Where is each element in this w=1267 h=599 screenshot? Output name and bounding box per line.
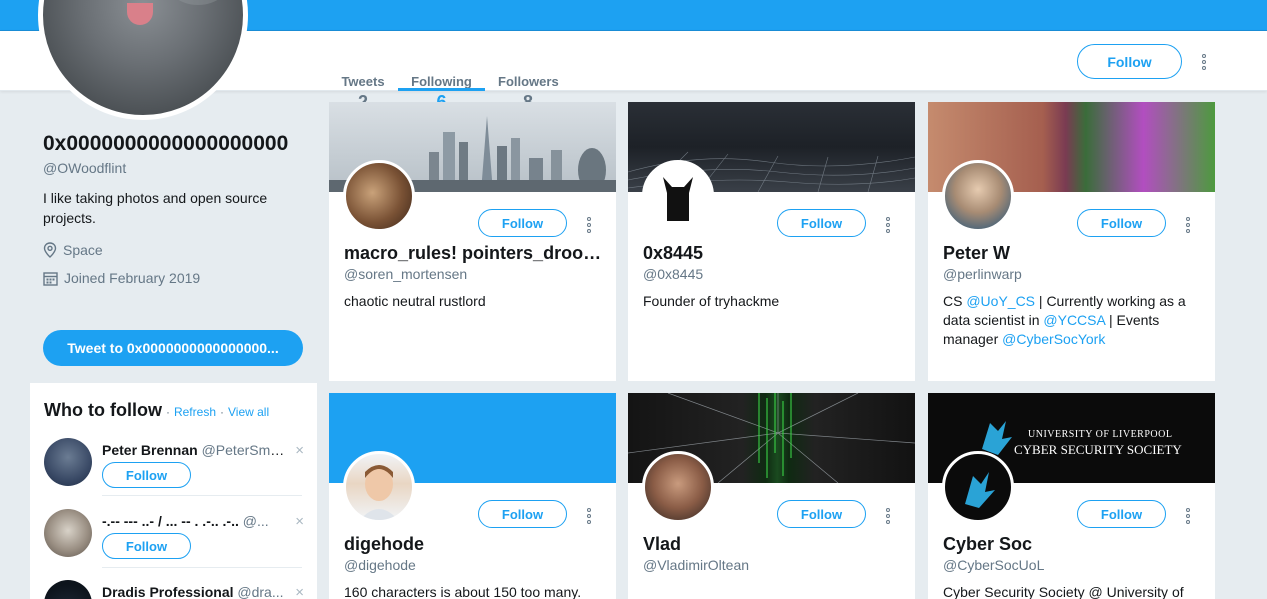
suggestion-item: Dradis Professional @dra... × bbox=[44, 580, 304, 599]
dismiss-icon[interactable]: × bbox=[295, 513, 304, 530]
card-avatar[interactable] bbox=[343, 451, 415, 523]
suggestion-name: -.-- --- ..- / ... -- . .-.. .-.. bbox=[102, 513, 239, 529]
joined-text: Joined February 2019 bbox=[64, 270, 201, 286]
who-to-follow-module: Who to follow · Refresh · View all Peter… bbox=[30, 383, 317, 599]
dismiss-icon[interactable]: × bbox=[295, 442, 304, 459]
profile-card: 0x0000000000000000000 @OWoodflint I like… bbox=[43, 130, 308, 286]
profile-display-name[interactable]: 0x0000000000000000000 bbox=[43, 130, 301, 158]
tweets-label: Tweets bbox=[341, 74, 385, 89]
card-name[interactable]: Vlad bbox=[643, 534, 903, 555]
active-tab-indicator bbox=[398, 88, 485, 91]
view-all-link[interactable]: View all bbox=[228, 405, 269, 419]
mention-link[interactable]: @YCCSA bbox=[1043, 312, 1105, 328]
who-to-follow-title: Who to follow bbox=[44, 400, 162, 420]
follow-profile-button[interactable]: Follow bbox=[1077, 44, 1182, 79]
suggestion-avatar[interactable] bbox=[44, 580, 92, 599]
banner-society-text: CYBER SECURITY SOCIETY bbox=[1014, 442, 1182, 457]
more-options-icon[interactable] bbox=[1199, 54, 1209, 70]
suggestion-name: Peter Brennan bbox=[102, 442, 198, 458]
suggestion-avatar[interactable] bbox=[44, 438, 92, 486]
calendar-icon bbox=[43, 271, 58, 286]
card-name[interactable]: digehode bbox=[344, 534, 604, 555]
card-name[interactable]: Peter W bbox=[943, 243, 1203, 264]
card-avatar[interactable] bbox=[642, 451, 714, 523]
card-follow-button[interactable]: Follow bbox=[777, 500, 866, 528]
card-handle[interactable]: @soren_mortensen bbox=[344, 266, 467, 282]
card-bio: Founder of tryhackme bbox=[643, 293, 780, 309]
card-avatar[interactable] bbox=[942, 451, 1014, 523]
following-label: Following bbox=[411, 74, 472, 89]
card-avatar[interactable] bbox=[343, 160, 415, 232]
following-card[interactable]: Follow Vlad @VladimirOltean bbox=[628, 393, 915, 599]
card-handle[interactable]: @0x8445 bbox=[643, 266, 703, 282]
location-text: Space bbox=[63, 242, 103, 258]
profile-joined: Joined February 2019 bbox=[43, 270, 308, 286]
card-name[interactable]: macro_rules! pointers_drool {... bbox=[344, 243, 604, 264]
following-card[interactable]: Follow macro_rules! pointers_drool {... … bbox=[329, 102, 616, 381]
card-handle[interactable]: @digehode bbox=[344, 557, 416, 573]
suggestion-avatar[interactable] bbox=[44, 509, 92, 557]
card-follow-button[interactable]: Follow bbox=[1077, 500, 1166, 528]
profile-handle[interactable]: @OWoodflint bbox=[43, 160, 308, 176]
more-options-icon[interactable] bbox=[1183, 508, 1193, 524]
more-options-icon[interactable] bbox=[883, 217, 893, 233]
card-bio: 160 characters is about 150 too many. bbox=[344, 584, 582, 599]
card-follow-button[interactable]: Follow bbox=[478, 209, 567, 237]
suggestion-handle: @dra... bbox=[237, 584, 284, 599]
suggestion-name: Dradis Professional bbox=[102, 584, 234, 599]
card-follow-button[interactable]: Follow bbox=[478, 500, 567, 528]
card-avatar[interactable] bbox=[642, 160, 714, 232]
card-bio: Cyber Security Society @ University of bbox=[943, 584, 1184, 599]
card-handle[interactable]: @VladimirOltean bbox=[643, 557, 749, 573]
dismiss-icon[interactable]: × bbox=[295, 584, 304, 599]
more-options-icon[interactable] bbox=[883, 508, 893, 524]
following-card[interactable]: Follow Peter W @perlinwarp CS @UoY_CS | … bbox=[928, 102, 1215, 381]
card-follow-button[interactable]: Follow bbox=[777, 209, 866, 237]
refresh-link[interactable]: Refresh bbox=[174, 405, 216, 419]
suggestion-item: Peter Brennan @PeterSma... × Follow bbox=[44, 438, 304, 494]
more-options-icon[interactable] bbox=[584, 508, 594, 524]
suggestion-follow-button[interactable]: Follow bbox=[102, 462, 191, 488]
following-card[interactable]: Follow 0x8445 @0x8445 Founder of tryhack… bbox=[628, 102, 915, 381]
card-handle[interactable]: @perlinwarp bbox=[943, 266, 1022, 282]
suggestion-follow-button[interactable]: Follow bbox=[102, 533, 191, 559]
suggestion-handle: @PeterSma... bbox=[201, 442, 287, 458]
followers-label: Followers bbox=[498, 74, 559, 89]
mention-link[interactable]: @UoY_CS bbox=[966, 293, 1035, 309]
mention-link[interactable]: @CyberSocYork bbox=[1002, 331, 1105, 347]
tweet-to-button[interactable]: Tweet to 0x0000000000000000... bbox=[43, 330, 303, 366]
suggestion-item: -.-- --- ..- / ... -- . .-.. .-.. @... ×… bbox=[44, 509, 304, 565]
divider bbox=[102, 495, 302, 496]
card-avatar[interactable] bbox=[942, 160, 1014, 232]
profile-location: Space bbox=[43, 242, 308, 258]
more-options-icon[interactable] bbox=[584, 217, 594, 233]
more-options-icon[interactable] bbox=[1183, 217, 1193, 233]
card-follow-button[interactable]: Follow bbox=[1077, 209, 1166, 237]
card-bio: chaotic neutral rustlord bbox=[344, 293, 486, 309]
banner-university-text: UNIVERSITY OF LIVERPOOL bbox=[1028, 429, 1173, 440]
profile-avatar[interactable] bbox=[38, 0, 248, 120]
divider bbox=[102, 567, 302, 568]
location-pin-icon bbox=[43, 242, 57, 258]
profile-bio: I like taking photos and open source pro… bbox=[43, 190, 268, 226]
card-name[interactable]: 0x8445 bbox=[643, 243, 903, 264]
following-card[interactable]: UNIVERSITY OF LIVERPOOL CYBER SECURITY S… bbox=[928, 393, 1215, 599]
following-card[interactable]: Follow digehode @digehode 160 characters… bbox=[329, 393, 616, 599]
card-name[interactable]: Cyber Soc bbox=[943, 534, 1203, 555]
suggestion-handle: @... bbox=[242, 513, 269, 529]
card-handle[interactable]: @CyberSocUoL bbox=[943, 557, 1044, 573]
card-bio: CS @UoY_CS | Currently working as a data… bbox=[943, 293, 1186, 347]
